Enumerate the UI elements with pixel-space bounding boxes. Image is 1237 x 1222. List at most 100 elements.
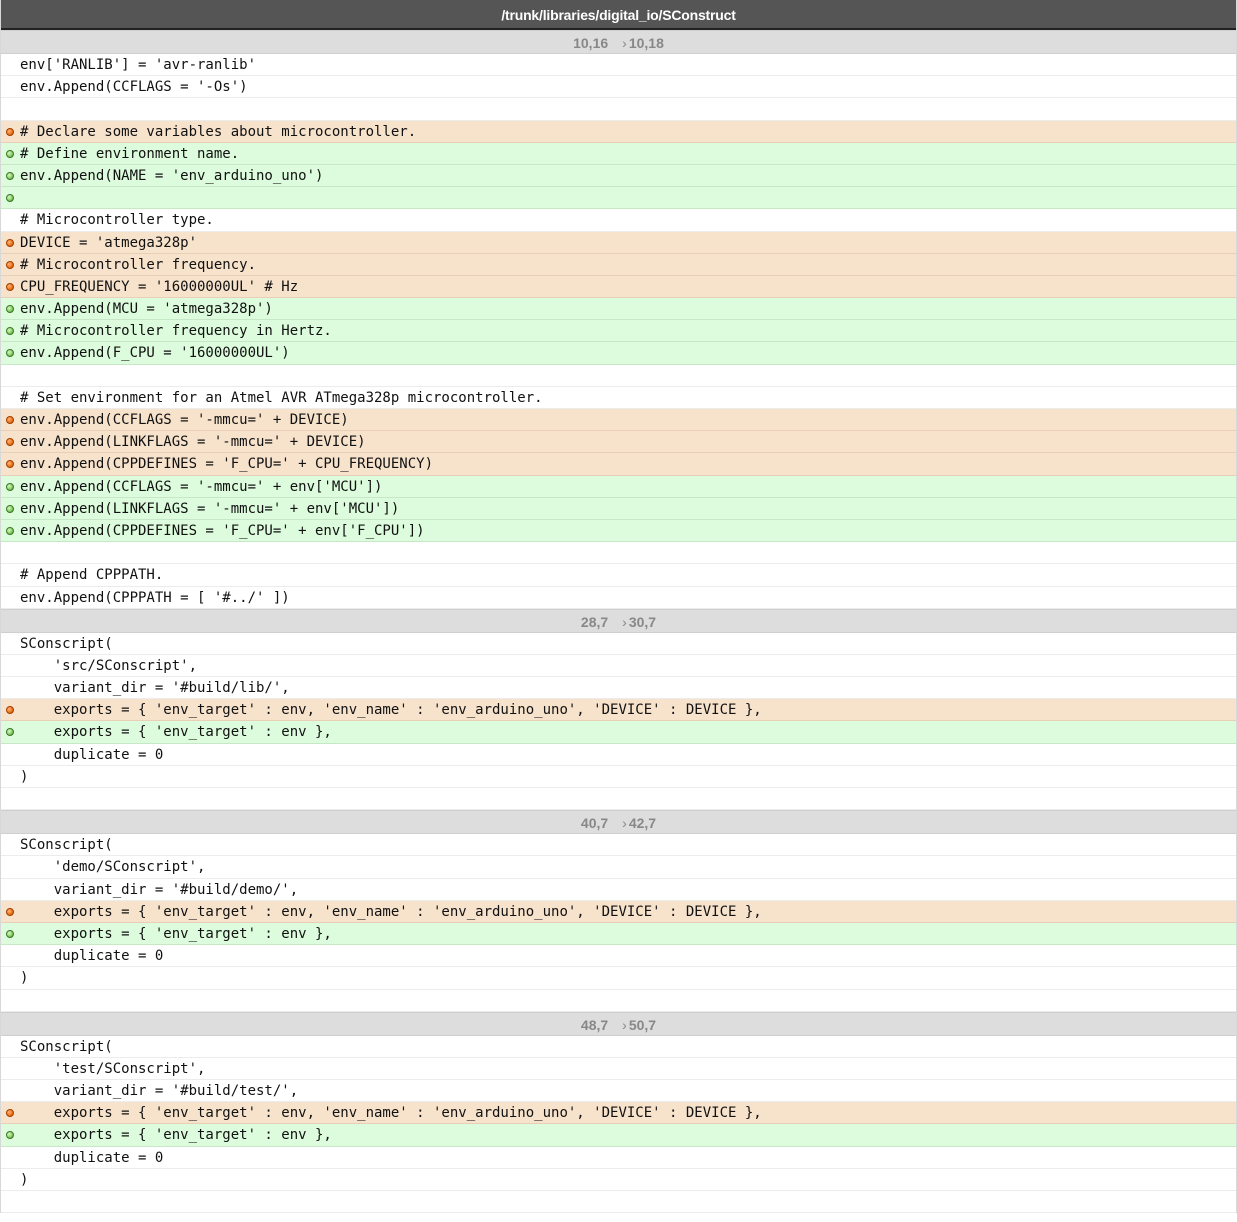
hunk-header: 48,7 › 50,7 xyxy=(1,1011,1236,1036)
added-line-icon xyxy=(6,728,14,737)
added-line xyxy=(1,187,1236,210)
added-line-icon xyxy=(6,349,14,358)
chevron-right-icon: › xyxy=(622,613,627,630)
hunk-header: 40,7 › 42,7 xyxy=(1,810,1236,835)
removed-line-icon xyxy=(6,416,14,424)
code-text: env.Append(CPPPATH = [ '#../' ]) xyxy=(20,589,290,606)
hunk-header: 10,16 › 10,18 xyxy=(1,30,1236,54)
code-text: 'src/SConscript', xyxy=(20,657,198,674)
removed-line-icon xyxy=(6,1109,14,1118)
context-line xyxy=(1,788,1236,811)
context-line: SConscript( xyxy=(1,834,1236,857)
code-text: env.Append(F_CPU = '16000000UL') xyxy=(20,345,290,362)
code-text: variant_dir = '#build/test/', xyxy=(20,1083,299,1100)
code-text: # Microcontroller frequency. xyxy=(20,256,257,273)
code-text: env.Append(MCU = 'atmega328p') xyxy=(20,301,273,318)
chevron-right-icon: › xyxy=(622,1016,627,1033)
added-line-icon xyxy=(6,482,14,491)
context-line: variant_dir = '#build/lib/', xyxy=(1,677,1236,700)
added-line-icon xyxy=(6,149,14,158)
added-line-icon xyxy=(6,504,14,513)
file-path-title: /trunk/libraries/digital_io/SConstruct xyxy=(1,0,1236,30)
context-line: 'src/SConscript', xyxy=(1,655,1236,678)
code-text: env.Append(CCFLAGS = '-mmcu=' + env['MCU… xyxy=(20,478,383,495)
hunk-header: 28,7 › 30,7 xyxy=(1,608,1236,633)
context-line: duplicate = 0 xyxy=(1,945,1236,968)
added-line: env.Append(CCFLAGS = '-mmcu=' + env['MCU… xyxy=(1,475,1236,498)
removed-line: # Declare some variables about microcont… xyxy=(1,120,1236,143)
diff-view: /trunk/libraries/digital_io/SConstruct 1… xyxy=(0,0,1237,1214)
removed-line: CPU_FREQUENCY = '16000000UL' # Hz xyxy=(1,275,1236,299)
hunk-old-range: 10,16 xyxy=(573,35,609,51)
chevron-right-icon: › xyxy=(622,815,627,832)
removed-line-icon xyxy=(6,907,14,916)
code-text: ) xyxy=(20,768,29,785)
context-line: ) xyxy=(1,1169,1236,1191)
code-text: # Declare some variables about microcont… xyxy=(20,123,417,140)
removed-line-icon xyxy=(6,460,14,469)
hunk-old-range: 28,7 xyxy=(580,613,609,630)
code-text: 'demo/SConscript', xyxy=(20,859,206,876)
removed-line: env.Append(CCFLAGS = '-mmcu=' + DEVICE) xyxy=(1,409,1236,432)
code-text: ) xyxy=(20,1171,29,1188)
context-line: SConscript( xyxy=(1,1036,1236,1058)
context-line xyxy=(1,98,1236,121)
removed-line: env.Append(LINKFLAGS = '-mmcu=' + DEVICE… xyxy=(1,431,1236,454)
chevron-right-icon: › xyxy=(622,35,627,51)
context-line xyxy=(1,1191,1236,1214)
code-text: # Set environment for an Atmel AVR ATmeg… xyxy=(20,389,543,406)
hunk-old-range: 40,7 xyxy=(580,815,609,832)
removed-line: exports = { 'env_target' : env, 'env_nam… xyxy=(1,1102,1236,1125)
added-line-icon xyxy=(6,929,14,938)
code-text: duplicate = 0 xyxy=(20,948,164,965)
hunk-new-range: 42,7 xyxy=(628,815,657,832)
context-line: env.Append(CPPPATH = [ '#../' ]) xyxy=(1,587,1236,609)
context-line: env['RANLIB'] = 'avr-ranlib' xyxy=(1,54,1236,77)
code-text: # Append CPPPATH. xyxy=(20,567,164,584)
context-line: 'demo/SConscript', xyxy=(1,856,1236,879)
code-text: env.Append(CCFLAGS = '-Os') xyxy=(20,79,248,96)
context-line: env.Append(CCFLAGS = '-Os') xyxy=(1,76,1236,99)
added-line-icon xyxy=(6,305,14,314)
diff-hunks: 10,16 › 10,18 env['RANLIB'] = 'avr-ranlib' e… xyxy=(1,30,1236,1214)
code-text: SConscript( xyxy=(20,837,113,854)
code-text: env.Append(NAME = 'env_arduino_uno') xyxy=(20,167,324,184)
code-text: 'test/SConscript', xyxy=(20,1060,206,1077)
added-line: env.Append(MCU = 'atmega328p') xyxy=(1,298,1236,321)
context-line xyxy=(1,542,1236,565)
context-line: # Set environment for an Atmel AVR ATmeg… xyxy=(1,387,1236,409)
added-line-icon xyxy=(6,1131,14,1140)
removed-line: exports = { 'env_target' : env, 'env_nam… xyxy=(1,900,1236,923)
code-text: duplicate = 0 xyxy=(20,1149,164,1166)
code-text: duplicate = 0 xyxy=(20,746,164,763)
context-line: variant_dir = '#build/demo/', xyxy=(1,879,1236,901)
added-line: # Microcontroller frequency in Hertz. xyxy=(1,320,1236,343)
code-text: exports = { 'env_target' : env, 'env_nam… xyxy=(20,903,762,920)
code-text: ) xyxy=(20,970,29,987)
added-line: env.Append(CPPDEFINES = 'F_CPU=' + env['… xyxy=(1,519,1236,543)
context-line xyxy=(1,990,1236,1012)
context-line: ) xyxy=(1,766,1236,788)
context-line: SConscript( xyxy=(1,633,1236,655)
code-text: CPU_FREQUENCY = '16000000UL' # Hz xyxy=(20,278,299,295)
code-text: exports = { 'env_target' : env }, xyxy=(20,925,332,942)
code-text: env.Append(CPPDEFINES = 'F_CPU=' + env['… xyxy=(20,522,425,539)
code-text: exports = { 'env_target' : env }, xyxy=(20,1127,332,1144)
code-text: env.Append(CPPDEFINES = 'F_CPU=' + CPU_F… xyxy=(20,456,434,473)
hunk-new-range: 50,7 xyxy=(628,1016,657,1033)
hunk-new-range: 30,7 xyxy=(628,613,657,630)
added-line-icon xyxy=(6,526,14,535)
added-line: env.Append(NAME = 'env_arduino_uno') xyxy=(1,164,1236,188)
context-line: # Append CPPPATH. xyxy=(1,564,1236,587)
code-text: env['RANLIB'] = 'avr-ranlib' xyxy=(20,57,257,73)
removed-line-icon xyxy=(6,438,14,447)
code-text: env.Append(CCFLAGS = '-mmcu=' + DEVICE) xyxy=(20,412,349,428)
added-line: exports = { 'env_target' : env }, xyxy=(1,1124,1236,1147)
removed-line: env.Append(CPPDEFINES = 'F_CPU=' + CPU_F… xyxy=(1,453,1236,476)
code-text: variant_dir = '#build/demo/', xyxy=(20,881,299,898)
removed-line-icon xyxy=(6,706,14,715)
hunk-new-range: 10,18 xyxy=(628,35,664,51)
removed-line-icon xyxy=(6,282,14,291)
context-line: 'test/SConscript', xyxy=(1,1058,1236,1081)
added-line-icon xyxy=(6,171,14,180)
